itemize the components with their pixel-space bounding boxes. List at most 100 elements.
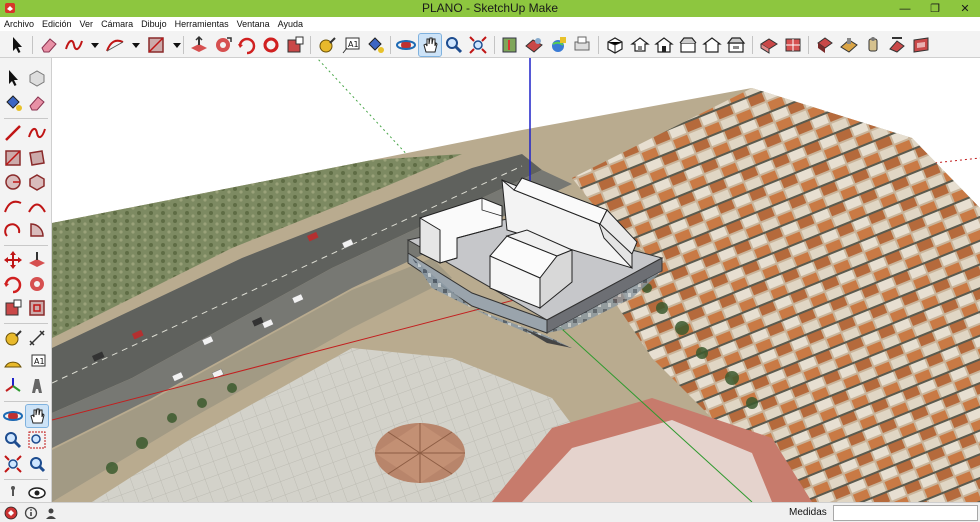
protractor-icon[interactable]	[2, 351, 24, 373]
zoom-extents-icon[interactable]	[2, 453, 24, 475]
offset-icon[interactable]	[26, 297, 48, 319]
green-axis-dotted	[316, 58, 413, 161]
menu-archivo[interactable]: Archivo	[0, 17, 38, 31]
line-icon[interactable]	[2, 122, 24, 144]
photo-textures-icon[interactable]	[523, 34, 545, 56]
menu-ayuda[interactable]: Ayuda	[274, 17, 307, 31]
svg-text:A1: A1	[34, 357, 45, 366]
freehand-icon[interactable]	[63, 34, 85, 56]
pie-icon[interactable]	[26, 219, 48, 241]
text-icon[interactable]: A1	[26, 351, 48, 373]
move-icon[interactable]	[2, 249, 24, 271]
shaded-textures-icon[interactable]	[862, 34, 884, 56]
zoom-icon[interactable]	[2, 429, 24, 451]
rotate-icon[interactable]	[236, 34, 258, 56]
text-icon[interactable]: A1	[340, 34, 362, 56]
menu-bar: Archivo Edición Ver Cámara Dibujo Herram…	[0, 17, 980, 31]
arc-icon[interactable]	[104, 34, 126, 56]
arc-icon[interactable]	[2, 195, 24, 217]
two-point-arc-icon[interactable]	[26, 195, 48, 217]
look-around-icon[interactable]	[26, 482, 48, 500]
top-view-icon[interactable]	[629, 34, 651, 56]
title-bar: PLANO - SketchUp Make — ❐ ✕	[0, 0, 980, 17]
hidden-line-icon[interactable]	[814, 34, 836, 56]
freehand-dropdown[interactable]	[84, 34, 99, 56]
monochrome-icon[interactable]	[886, 34, 908, 56]
left-view-icon[interactable]	[725, 34, 747, 56]
preview-google-earth-icon[interactable]	[547, 34, 569, 56]
arc-dropdown[interactable]	[125, 34, 140, 56]
rectangle-icon[interactable]	[2, 147, 24, 169]
add-location-icon[interactable]	[499, 34, 521, 56]
tape-measure-icon[interactable]	[2, 327, 24, 349]
pan-icon[interactable]	[418, 33, 442, 57]
front-view-icon[interactable]	[653, 34, 675, 56]
minimize-button[interactable]: —	[890, 0, 920, 17]
zoom-icon[interactable]	[443, 34, 465, 56]
measurements-field[interactable]	[833, 505, 978, 521]
scale-icon[interactable]	[284, 34, 306, 56]
offset-rotate-icon[interactable]	[260, 34, 282, 56]
measurements-label: Medidas	[789, 507, 827, 518]
eraser-icon[interactable]	[38, 34, 60, 56]
window-title: PLANO - SketchUp Make	[421, 1, 559, 15]
push-pull-icon[interactable]	[26, 249, 48, 271]
orbit-icon[interactable]	[2, 405, 24, 427]
rectangle-icon[interactable]	[145, 34, 167, 56]
model-scene[interactable]	[52, 58, 980, 502]
credits-icon[interactable]	[24, 506, 38, 520]
status-bar: Medidas	[0, 502, 980, 522]
scale-icon[interactable]	[2, 297, 24, 319]
wireframe-icon[interactable]	[782, 34, 804, 56]
freehand-icon[interactable]	[26, 122, 48, 144]
3d-text-icon[interactable]	[26, 375, 48, 397]
3d-viewport[interactable]	[52, 58, 980, 502]
rotated-rectangle-icon[interactable]	[26, 147, 48, 169]
menu-herramientas[interactable]: Herramientas	[171, 17, 233, 31]
gazebo-roof	[375, 423, 465, 483]
position-camera-icon[interactable]	[2, 482, 24, 500]
zoom-extents-icon[interactable]	[467, 34, 489, 56]
xray-icon[interactable]	[758, 34, 780, 56]
pan-icon[interactable]	[25, 404, 49, 428]
tools-palette: A1	[0, 58, 52, 502]
menu-ventana[interactable]: Ventana	[233, 17, 274, 31]
section-plane-icon[interactable]	[910, 34, 932, 56]
orbit-icon[interactable]	[395, 34, 417, 56]
user-icon[interactable]	[44, 506, 58, 520]
eraser-icon[interactable]	[26, 92, 48, 114]
tape-measure-icon[interactable]	[316, 34, 338, 56]
rectangle-dropdown[interactable]	[166, 34, 181, 56]
follow-me-icon[interactable]	[26, 273, 48, 295]
polygon-icon[interactable]	[26, 171, 48, 193]
previous-view-icon[interactable]	[26, 453, 48, 475]
follow-me-icon[interactable]	[212, 34, 234, 56]
menu-dibujo[interactable]: Dibujo	[137, 17, 171, 31]
right-view-icon[interactable]	[677, 34, 699, 56]
iso-view-icon[interactable]	[604, 34, 626, 56]
close-button[interactable]: ✕	[950, 0, 980, 17]
dimension-icon[interactable]	[26, 327, 48, 349]
shaded-icon[interactable]	[838, 34, 860, 56]
select-icon[interactable]	[6, 34, 28, 56]
axes-icon[interactable]	[2, 375, 24, 397]
maximize-button[interactable]: ❐	[920, 0, 950, 17]
geolocation-icon[interactable]	[4, 506, 18, 520]
back-view-icon[interactable]	[701, 34, 723, 56]
push-pull-icon[interactable]	[188, 34, 210, 56]
paint-bucket-icon[interactable]	[364, 34, 386, 56]
sketchup-window: PLANO - SketchUp Make — ❐ ✕ Archivo Edic…	[0, 0, 980, 522]
zoom-window-icon[interactable]	[26, 429, 48, 451]
circle-icon[interactable]	[2, 171, 24, 193]
three-point-arc-icon[interactable]	[2, 219, 24, 241]
svg-text:A1: A1	[348, 40, 359, 49]
menu-edicion[interactable]: Edición	[38, 17, 76, 31]
menu-camara[interactable]: Cámara	[97, 17, 137, 31]
component-icon[interactable]	[26, 67, 48, 89]
menu-ver[interactable]: Ver	[76, 17, 98, 31]
rotate-icon[interactable]	[2, 273, 24, 295]
main-toolbar: A1	[0, 31, 980, 58]
paint-bucket-icon[interactable]	[2, 92, 24, 114]
select-icon[interactable]	[2, 67, 24, 89]
print-icon[interactable]	[571, 34, 593, 56]
